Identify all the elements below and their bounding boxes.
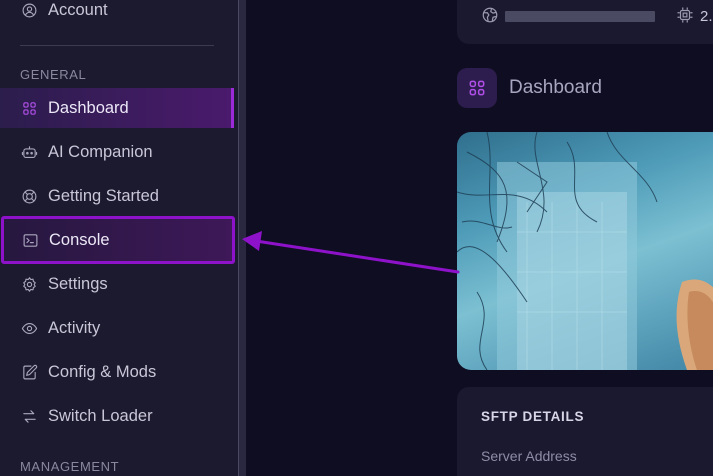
edit-file-icon bbox=[20, 363, 38, 381]
sidebar-item-ai-companion[interactable]: AI Companion bbox=[0, 132, 234, 172]
grid-icon bbox=[20, 99, 38, 117]
cpu-value: 2. bbox=[700, 8, 713, 25]
sidebar-item-label: Account bbox=[48, 0, 108, 19]
section-title-general: GENERAL bbox=[20, 67, 87, 82]
sidebar-item-console[interactable]: Console bbox=[1, 216, 235, 264]
sftp-title: SFTP DETAILS bbox=[481, 409, 585, 424]
sidebar-item-settings[interactable]: Settings bbox=[0, 264, 234, 304]
swap-arrows-icon bbox=[20, 407, 38, 425]
sidebar-scrollbar[interactable] bbox=[238, 0, 246, 476]
sidebar-item-label: Config & Mods bbox=[48, 362, 157, 381]
page-title: Dashboard bbox=[509, 77, 602, 98]
redacted-address-bar bbox=[505, 11, 655, 22]
sidebar-item-label: Getting Started bbox=[48, 186, 159, 205]
sftp-details-card: SFTP DETAILS Server Address bbox=[457, 387, 713, 476]
cpu-icon bbox=[676, 6, 694, 29]
globe-icon bbox=[481, 6, 499, 29]
server-banner-image bbox=[457, 132, 713, 370]
sidebar-item-switch-loader[interactable]: Switch Loader bbox=[0, 396, 234, 436]
sidebar-divider bbox=[20, 45, 214, 46]
dashboard-header-icon bbox=[457, 68, 497, 108]
grid-icon bbox=[469, 80, 485, 96]
user-circle-icon bbox=[20, 1, 38, 19]
terminal-icon bbox=[21, 231, 39, 249]
sidebar-item-label: AI Companion bbox=[48, 142, 153, 161]
lifebuoy-icon bbox=[20, 187, 38, 205]
banner-artwork bbox=[457, 132, 713, 370]
sidebar-item-config-mods[interactable]: Config & Mods bbox=[0, 352, 234, 392]
robot-icon bbox=[20, 143, 38, 161]
section-title-management: MANAGEMENT bbox=[20, 459, 120, 474]
server-stats-card: 2. bbox=[457, 0, 713, 44]
sidebar-item-account[interactable]: Account bbox=[0, 0, 234, 30]
sidebar-item-getting-started[interactable]: Getting Started bbox=[0, 176, 234, 216]
sidebar-item-label: Dashboard bbox=[48, 98, 129, 117]
sidebar-item-dashboard[interactable]: Dashboard bbox=[0, 88, 234, 128]
sidebar-item-label: Switch Loader bbox=[48, 406, 153, 425]
server-address-label: Server Address bbox=[481, 448, 577, 464]
sidebar-item-label: Activity bbox=[48, 318, 101, 337]
eye-icon bbox=[20, 319, 38, 337]
sidebar-item-activity[interactable]: Activity bbox=[0, 308, 234, 348]
sidebar-item-label: Settings bbox=[48, 274, 108, 293]
gear-icon bbox=[20, 275, 38, 293]
sidebar-item-label: Console bbox=[49, 230, 110, 249]
sidebar: Account GENERAL Dashboard AI Companion G… bbox=[0, 0, 238, 476]
